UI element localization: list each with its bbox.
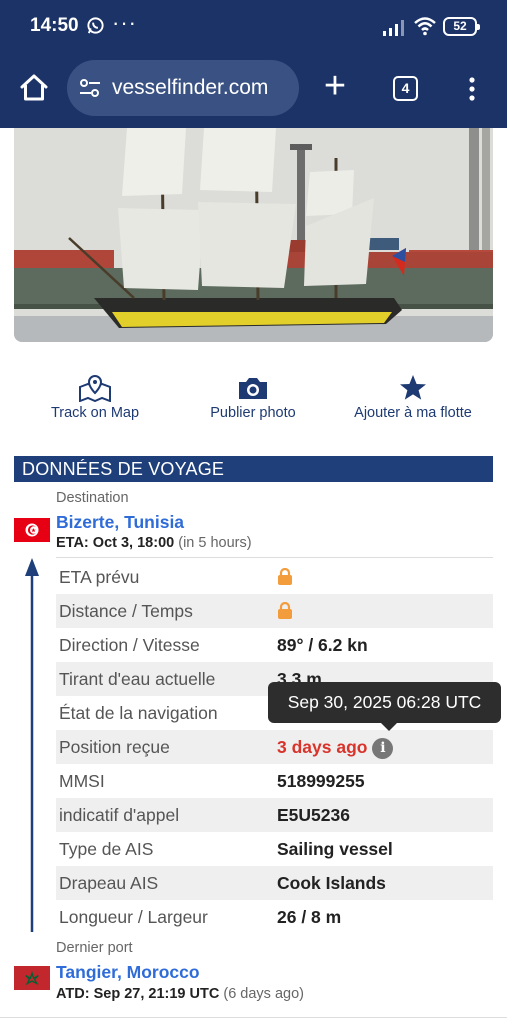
morocco-flag-icon xyxy=(14,966,50,990)
url-text: vesselfinder.com xyxy=(112,76,269,99)
map-pin-icon xyxy=(79,374,111,402)
voyage-info-table: ETA prévu Distance / Temps Direction / V… xyxy=(56,560,493,934)
add-to-fleet-label: Ajouter à ma flotte xyxy=(354,405,472,421)
browser-toolbar: vesselfinder.com + 4 xyxy=(0,56,507,128)
camera-icon xyxy=(239,378,267,399)
row-direction-speed: Direction / Vitesse 89° / 6.2 kn xyxy=(56,628,493,662)
add-to-fleet-button[interactable]: Ajouter à ma flotte xyxy=(348,374,478,421)
row-value: 3 days ago i xyxy=(277,730,394,764)
track-on-map-button[interactable]: Track on Map xyxy=(45,374,145,421)
atd-value: Sep 27, 21:19 UTC xyxy=(93,986,220,1002)
whatsapp-icon xyxy=(87,17,104,34)
voyage-section-title: DONNÉES DE VOYAGE xyxy=(14,456,493,482)
status-bar: 14:50 ··· 52 xyxy=(0,0,507,56)
eta-line: ETA: Oct 3, 18:00 (in 5 hours) xyxy=(56,535,252,551)
atd-label: ATD: xyxy=(56,986,90,1002)
row-position-received: Position reçue 3 days ago i xyxy=(56,730,493,764)
cell-signal-icon xyxy=(383,20,404,36)
home-icon[interactable] xyxy=(18,72,50,104)
tab-switcher-button[interactable]: 4 xyxy=(393,76,418,101)
more-notifications-icon: ··· xyxy=(112,10,137,35)
tunisia-flag-icon xyxy=(14,518,50,542)
overflow-menu-icon[interactable] xyxy=(462,74,482,104)
atd-note: (6 days ago) xyxy=(223,986,304,1002)
position-timestamp-tooltip: Sep 30, 2025 06:28 UTC xyxy=(268,682,501,731)
row-mmsi: MMSI 518999255 xyxy=(56,764,493,798)
atd-line: ATD: Sep 27, 21:19 UTC (6 days ago) xyxy=(56,986,304,1002)
row-value: Cook Islands xyxy=(277,873,386,893)
new-tab-button[interactable]: + xyxy=(319,67,351,108)
divider xyxy=(56,557,493,558)
row-value: 26 / 8 m xyxy=(277,907,342,927)
divider xyxy=(0,1017,507,1018)
row-key: État de la navigation xyxy=(59,703,218,723)
lock-icon[interactable] xyxy=(277,568,293,585)
row-key: MMSI xyxy=(59,771,105,791)
eta-note: (in 5 hours) xyxy=(178,535,252,551)
vessel-photo[interactable] xyxy=(14,128,493,342)
destination-label: Destination xyxy=(56,490,129,506)
clock: 14:50 xyxy=(30,15,79,36)
eta-value: Oct 3, 18:00 xyxy=(92,535,175,551)
row-distance-time: Distance / Temps xyxy=(56,594,493,628)
row-value: Sailing vessel xyxy=(277,839,393,859)
track-on-map-label: Track on Map xyxy=(50,405,140,421)
row-key: Position reçue xyxy=(59,737,170,757)
info-icon[interactable]: i xyxy=(372,737,394,759)
lock-icon[interactable] xyxy=(277,602,293,619)
publish-photo-button[interactable]: Publier photo xyxy=(203,374,303,421)
battery-indicator: 52 xyxy=(443,17,480,36)
destination-link[interactable]: Bizerte, Tunisia xyxy=(56,512,184,533)
position-age: 3 days ago xyxy=(277,737,368,757)
row-length-beam: Longueur / Largeur 26 / 8 m xyxy=(56,900,493,934)
eta-label: ETA: xyxy=(56,535,89,551)
wifi-icon xyxy=(414,17,436,36)
row-value: 89° / 6.2 kn xyxy=(277,635,368,655)
address-bar[interactable]: vesselfinder.com xyxy=(67,60,299,116)
row-key: Direction / Vitesse xyxy=(59,635,200,655)
route-arrow-icon xyxy=(25,558,39,932)
row-ais-type: Type de AIS Sailing vessel xyxy=(56,832,493,866)
row-key: Type de AIS xyxy=(59,839,154,859)
row-callsign: indicatif d'appel E5U5236 xyxy=(56,798,493,832)
star-icon xyxy=(400,375,426,400)
last-port-label: Dernier port xyxy=(56,940,133,956)
publish-photo-label: Publier photo xyxy=(210,405,296,421)
action-bar: Track on Map Publier photo Ajouter à ma … xyxy=(0,374,507,434)
last-port-link[interactable]: Tangier, Morocco xyxy=(56,962,200,983)
row-value: 518999255 xyxy=(277,771,365,791)
site-settings-icon[interactable] xyxy=(79,79,101,97)
row-key: Longueur / Largeur xyxy=(59,907,208,927)
row-value: E5U5236 xyxy=(277,805,350,825)
row-key: Drapeau AIS xyxy=(59,873,159,893)
row-key: ETA prévu xyxy=(59,567,140,587)
row-key: indicatif d'appel xyxy=(59,805,180,825)
row-ais-flag: Drapeau AIS Cook Islands xyxy=(56,866,493,900)
row-eta-predicted: ETA prévu xyxy=(56,560,493,594)
row-key: Distance / Temps xyxy=(59,601,193,621)
row-key: Tirant d'eau actuelle xyxy=(59,669,216,689)
